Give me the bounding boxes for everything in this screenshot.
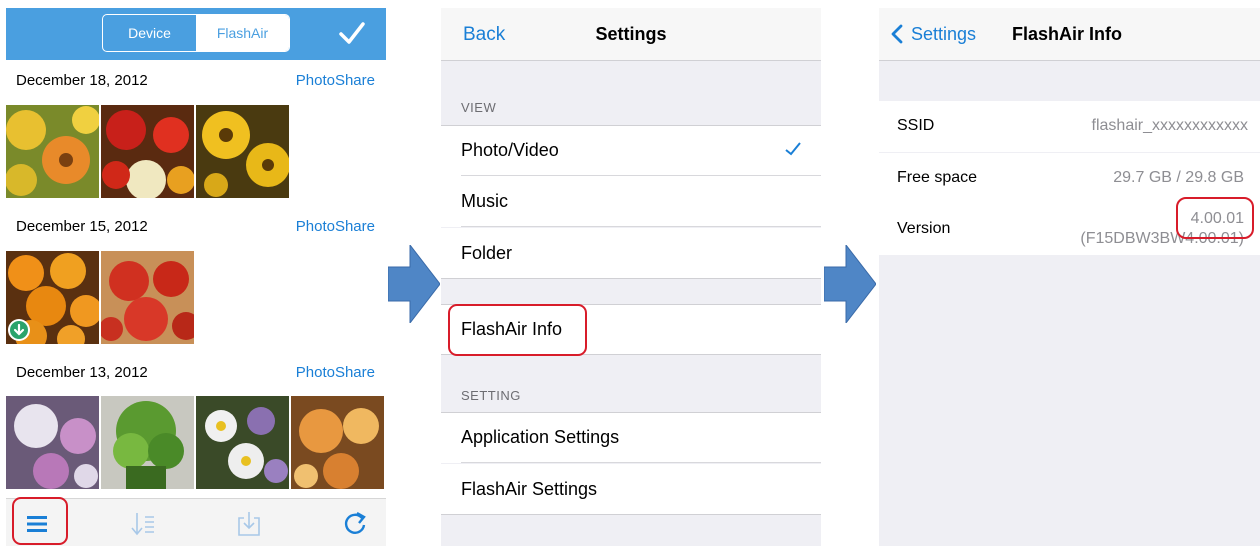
version-highlight — [1176, 197, 1254, 239]
apple-photo — [101, 251, 194, 344]
menu-highlight — [12, 497, 68, 545]
flower-photo — [196, 396, 289, 489]
downloaded-badge — [8, 319, 30, 341]
nav-bar: Settings FlashAir Info — [879, 8, 1260, 61]
flower-photo — [196, 105, 289, 198]
flashair-info-screen: Settings FlashAir Info SSID flashair_xxx… — [879, 8, 1260, 546]
settings-item-photo-video[interactable]: Photo/Video — [441, 125, 821, 176]
info-key: Free space — [897, 169, 978, 186]
photo-thumbnail[interactable] — [6, 396, 99, 489]
divider — [441, 514, 821, 515]
settings-item-application-settings[interactable]: Application Settings — [441, 412, 821, 463]
date-header: December 13, 2012 PhotoShare — [6, 352, 386, 392]
photo-thumbnail[interactable] — [196, 396, 289, 489]
settings-item-folder[interactable]: Folder — [441, 228, 821, 279]
top-bar: Device FlashAir — [6, 8, 386, 60]
source-segmented-control[interactable]: Device FlashAir — [102, 14, 290, 52]
section-header-view: VIEW — [461, 100, 497, 115]
divider — [461, 462, 821, 463]
settings-item-label: Application Settings — [461, 427, 620, 447]
info-row-ssid: SSID flashair_xxxxxxxxxxxx — [879, 101, 1260, 152]
info-value: 29.7 GB / 29.8 GB — [1113, 169, 1244, 186]
flower-photo — [291, 396, 384, 489]
sort-icon[interactable] — [128, 509, 158, 539]
settings-item-label: Music — [461, 191, 509, 211]
section-header-setting: SETTING — [461, 388, 521, 403]
settings-item-music[interactable]: Music — [441, 176, 821, 227]
divider — [461, 226, 821, 227]
settings-item-flashair-settings[interactable]: FlashAir Settings — [441, 464, 821, 515]
segment-device[interactable]: Device — [103, 15, 196, 51]
photo-thumbnail[interactable] — [6, 251, 99, 344]
page-title: FlashAir Info — [1012, 24, 1123, 44]
chevron-left-icon[interactable] — [891, 24, 903, 44]
photo-thumbnail[interactable] — [6, 105, 99, 198]
photo-thumbnail[interactable] — [291, 396, 384, 489]
date-label: December 15, 2012 — [16, 218, 148, 235]
photo-thumbnail[interactable] — [101, 251, 194, 344]
plant-photo — [101, 396, 194, 489]
checkmark-icon[interactable] — [339, 20, 365, 46]
info-key: SSID — [897, 117, 935, 134]
nav-bar: Back Settings — [441, 8, 821, 61]
download-icon[interactable] — [234, 509, 264, 539]
settings-item-label: FlashAir Settings — [461, 479, 598, 499]
photoshare-link[interactable]: PhotoShare — [296, 72, 375, 89]
date-label: December 18, 2012 — [16, 72, 148, 89]
flower-photo — [101, 105, 194, 198]
photo-thumbnail[interactable] — [101, 105, 194, 198]
checkmark-icon — [785, 142, 801, 156]
flashair-info-highlight — [448, 304, 587, 356]
segment-flashair[interactable]: FlashAir — [196, 15, 289, 51]
photo-list-screen: Device FlashAir December 18, 2012 PhotoS… — [6, 8, 386, 546]
settings-item-label: Photo/Video — [461, 140, 559, 160]
info-value: flashair_xxxxxxxxxxxx — [1091, 117, 1248, 134]
refresh-icon[interactable] — [340, 509, 370, 539]
date-label: December 13, 2012 — [16, 364, 148, 381]
photoshare-link[interactable]: PhotoShare — [296, 218, 375, 235]
flower-photo — [6, 396, 99, 489]
info-key: Version — [897, 220, 951, 237]
settings-item-label: Folder — [461, 243, 513, 263]
page-title: Settings — [595, 24, 667, 44]
photoshare-link[interactable]: PhotoShare — [296, 364, 375, 381]
right-arrow-icon — [388, 245, 440, 323]
divider — [441, 125, 821, 126]
divider — [441, 412, 821, 413]
photo-thumbnail[interactable] — [196, 105, 289, 198]
date-header: December 15, 2012 PhotoShare — [6, 206, 386, 246]
date-header: December 18, 2012 PhotoShare — [6, 60, 386, 100]
divider — [441, 278, 821, 279]
back-button[interactable]: Settings — [911, 24, 976, 45]
photo-thumbnail[interactable] — [101, 396, 194, 489]
settings-screen: Back Settings VIEW Photo/Video Music Fol… — [441, 8, 821, 546]
right-arrow-icon — [824, 245, 876, 323]
download-arrow-icon — [10, 321, 28, 339]
flower-photo — [6, 105, 99, 198]
